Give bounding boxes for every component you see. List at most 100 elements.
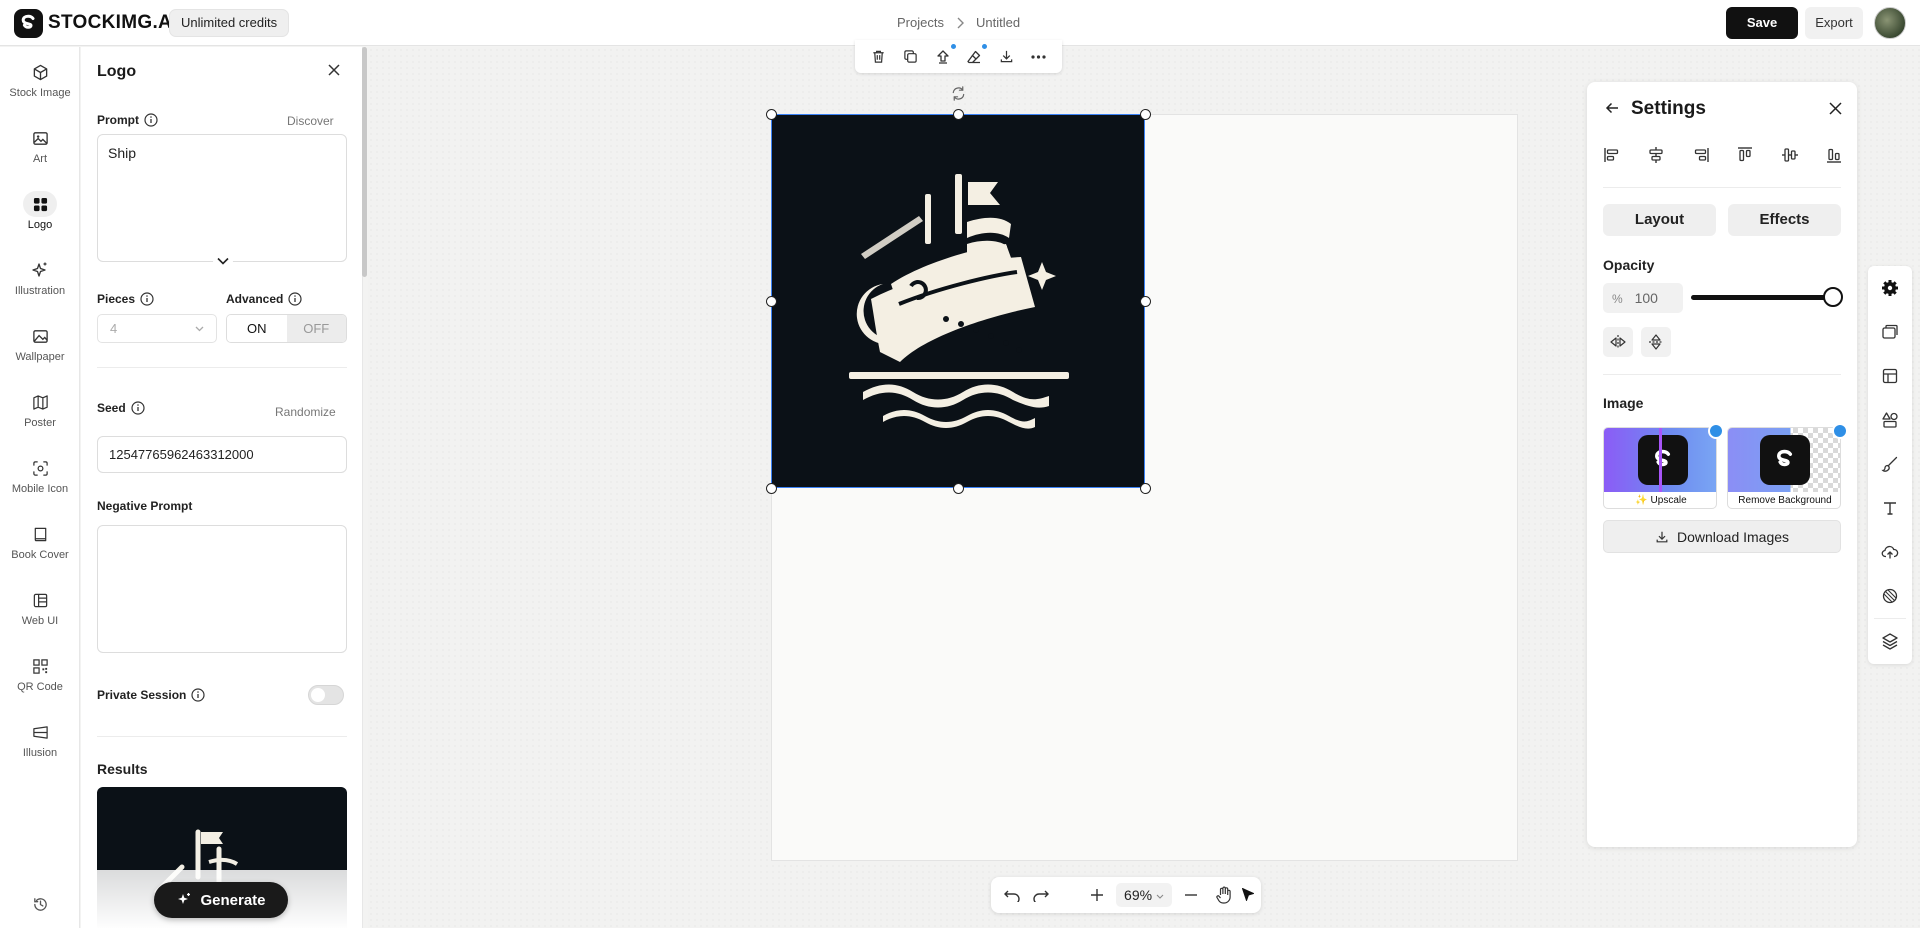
- history-button[interactable]: [0, 891, 80, 917]
- advanced-on-option[interactable]: ON: [227, 315, 287, 342]
- trash-icon[interactable]: [868, 46, 890, 68]
- align-center-vertical-icon[interactable]: [1781, 146, 1799, 170]
- close-icon[interactable]: [327, 63, 341, 77]
- private-session-label-row: Private Session: [97, 688, 205, 702]
- opacity-slider[interactable]: [1691, 295, 1831, 300]
- seed-input[interactable]: 12547765962463312000: [97, 436, 347, 473]
- prompt-textarea[interactable]: Ship: [97, 134, 347, 262]
- redo-icon[interactable]: [1030, 884, 1052, 906]
- switch-knob: [311, 688, 325, 702]
- zoom-level[interactable]: 69%: [1116, 883, 1172, 907]
- breadcrumb-current[interactable]: Untitled: [976, 15, 1020, 30]
- download-images-button[interactable]: Download Images: [1603, 520, 1841, 553]
- advanced-label: Advanced: [226, 292, 284, 306]
- breadcrumb-projects[interactable]: Projects: [897, 15, 944, 30]
- export-button[interactable]: Export: [1805, 7, 1863, 39]
- opacity-value: 100: [1634, 290, 1658, 306]
- resize-handle-bottom-left[interactable]: [766, 483, 777, 494]
- folder-icon[interactable]: [1868, 317, 1912, 347]
- align-left-icon[interactable]: [1603, 146, 1621, 170]
- layers-icon[interactable]: [1868, 626, 1912, 656]
- info-icon[interactable]: [191, 688, 205, 702]
- shapes-icon[interactable]: [1868, 405, 1912, 435]
- zoom-out-icon[interactable]: [1180, 884, 1202, 906]
- resize-handle-right[interactable]: [1140, 296, 1151, 307]
- advanced-off-option[interactable]: OFF: [286, 315, 346, 342]
- private-session-switch[interactable]: [308, 685, 344, 705]
- info-icon[interactable]: [140, 292, 154, 306]
- info-icon[interactable]: [144, 113, 158, 127]
- avatar[interactable]: [1874, 7, 1906, 39]
- hand-tool-icon[interactable]: [1213, 884, 1235, 906]
- select-tool-icon[interactable]: [1237, 884, 1259, 906]
- nav-item-art[interactable]: Art: [0, 125, 80, 165]
- pieces-select[interactable]: 4: [97, 314, 217, 343]
- upscale-icon[interactable]: [932, 42, 957, 68]
- app-logo-icon[interactable]: [14, 9, 43, 38]
- resize-handle-bottom-right[interactable]: [1140, 483, 1151, 494]
- image-toolbar: [855, 40, 1062, 73]
- randomize-link[interactable]: Randomize: [275, 405, 336, 419]
- nav-item-illustration[interactable]: Illustration: [0, 257, 80, 297]
- more-icon[interactable]: [1027, 46, 1049, 68]
- back-arrow-icon[interactable]: [1605, 101, 1619, 115]
- nav-item-book-cover[interactable]: Book Cover: [0, 521, 80, 561]
- pieces-value: 4: [110, 321, 118, 336]
- resize-handle-left[interactable]: [766, 296, 777, 307]
- credits-badge[interactable]: Unlimited credits: [169, 9, 290, 37]
- nav-item-web-ui[interactable]: Web UI: [0, 587, 80, 627]
- advanced-toggle[interactable]: ON OFF: [226, 314, 347, 343]
- remove-background-card[interactable]: Remove Background: [1727, 427, 1841, 509]
- align-right-icon[interactable]: [1692, 146, 1710, 170]
- info-icon[interactable]: [131, 401, 145, 415]
- nav-item-stock-image[interactable]: Stock Image: [0, 59, 80, 99]
- settings-gear-icon[interactable]: [1868, 273, 1912, 303]
- nav-item-mobile-icon[interactable]: Mobile Icon: [0, 455, 80, 495]
- tab-layout[interactable]: Layout: [1603, 204, 1716, 236]
- download-icon[interactable]: [995, 46, 1017, 68]
- nav-item-illusion[interactable]: Illusion: [0, 719, 80, 759]
- close-icon[interactable]: [1828, 101, 1843, 116]
- generate-button[interactable]: Generate: [154, 882, 288, 918]
- divider: [1603, 374, 1841, 375]
- sticker-icon[interactable]: [1868, 581, 1912, 611]
- remove-background-caption: Remove Background: [1738, 495, 1832, 506]
- undo-icon[interactable]: [1001, 884, 1023, 906]
- template-icon[interactable]: [1868, 361, 1912, 391]
- resize-handle-top[interactable]: [953, 109, 964, 120]
- resize-handle-bottom[interactable]: [953, 483, 964, 494]
- nav-item-poster[interactable]: Poster: [0, 389, 80, 429]
- zoom-in-icon[interactable]: [1086, 884, 1108, 906]
- resize-handle-top-left[interactable]: [766, 109, 777, 120]
- align-top-icon[interactable]: [1736, 146, 1754, 170]
- flip-horizontal-button[interactable]: [1603, 327, 1633, 357]
- flip-vertical-button[interactable]: [1641, 327, 1671, 357]
- eraser-icon[interactable]: [963, 42, 989, 68]
- brush-icon[interactable]: [1868, 449, 1912, 479]
- negative-prompt-textarea[interactable]: [97, 525, 347, 653]
- upscale-card[interactable]: ✨ Upscale: [1603, 427, 1717, 509]
- align-center-horizontal-icon[interactable]: [1647, 146, 1665, 170]
- rotate-icon[interactable]: [950, 85, 967, 102]
- opacity-input[interactable]: % 100: [1603, 283, 1683, 313]
- nav-item-logo[interactable]: Logo: [0, 191, 80, 231]
- app-logo-icon: [1638, 435, 1688, 485]
- save-button[interactable]: Save: [1726, 7, 1798, 39]
- align-bottom-icon[interactable]: [1825, 146, 1843, 170]
- premium-badge: [981, 42, 989, 50]
- expand-prompt-button[interactable]: [213, 251, 233, 271]
- nav-item-wallpaper[interactable]: Wallpaper: [0, 323, 80, 363]
- duplicate-icon[interactable]: [900, 46, 922, 68]
- tab-effects[interactable]: Effects: [1728, 204, 1841, 236]
- resize-handle-top-right[interactable]: [1140, 109, 1151, 120]
- nav-item-qr-code[interactable]: QR Code: [0, 653, 80, 693]
- download-icon: [1656, 531, 1668, 542]
- upload-cloud-icon[interactable]: [1868, 537, 1912, 567]
- panel-scrollbar[interactable]: [362, 47, 367, 277]
- info-icon[interactable]: [288, 292, 302, 306]
- opacity-slider-knob[interactable]: [1823, 287, 1843, 307]
- text-icon[interactable]: [1868, 493, 1912, 523]
- discover-link[interactable]: Discover: [287, 114, 334, 128]
- nav-label: Poster: [24, 417, 56, 429]
- sparkle-icon: [178, 893, 191, 904]
